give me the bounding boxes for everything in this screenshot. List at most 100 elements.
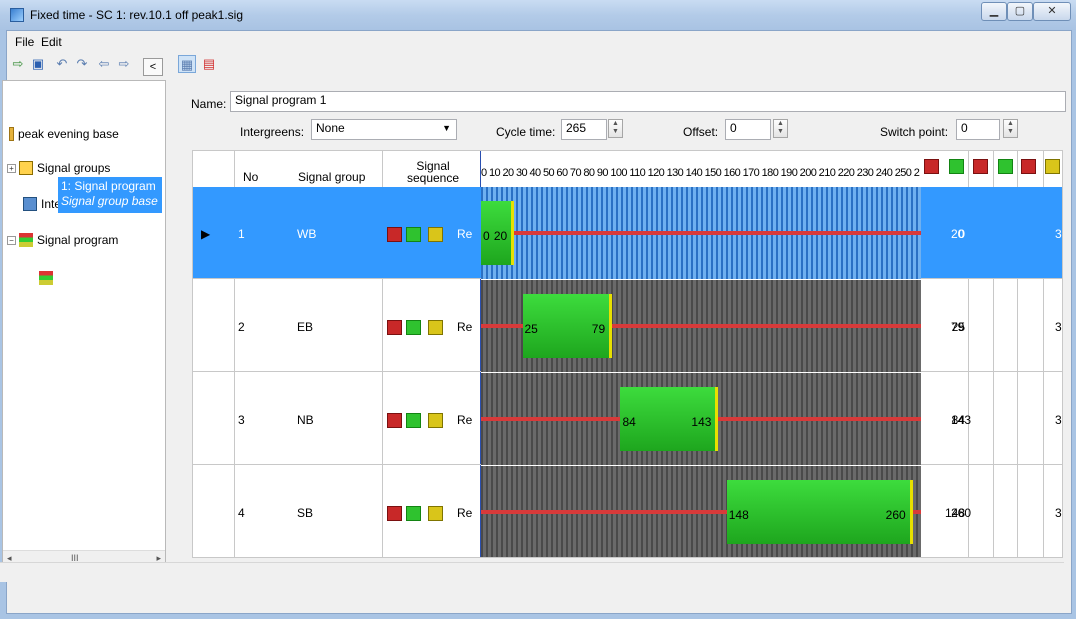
green-phase-bar[interactable]: 84 143	[620, 387, 719, 451]
transition-icon	[1021, 159, 1036, 174]
amber-icon	[428, 413, 443, 428]
green-end-value: 79	[951, 320, 965, 334]
amber-icon	[428, 227, 443, 242]
sequence-label: Re	[457, 320, 473, 334]
collapse-icon[interactable]: −	[7, 235, 16, 245]
amber-duration-value: 3	[1055, 320, 1062, 334]
menu-edit[interactable]: Edit	[41, 35, 62, 49]
amber-icon	[1045, 159, 1060, 174]
green-end-value: 20	[951, 227, 965, 241]
signal-timeline[interactable]: 84 143	[481, 373, 921, 465]
green-end-value: 143	[951, 413, 972, 427]
green-end-value: 260	[951, 506, 972, 520]
table-row[interactable]: 3 NB Re 84 143 84 143 3	[193, 373, 1062, 465]
app-icon	[10, 8, 24, 22]
title-bar: Fixed time - SC 1: rev.10.1 off peak1.si…	[0, 0, 1076, 30]
row-number: 3	[238, 413, 245, 427]
green-phase-bar[interactable]: 148 260	[726, 480, 913, 544]
navigation-tree: peak evening base + Signal groups Interg…	[2, 80, 166, 568]
maximize-button[interactable]: ▢	[1007, 2, 1033, 21]
sequence-label: Re	[457, 413, 473, 427]
chevron-down-icon[interactable]: ▼	[442, 123, 451, 133]
expand-icon[interactable]: +	[7, 163, 16, 173]
green-start-icon	[949, 159, 964, 174]
signal-program-icon	[19, 233, 33, 247]
signal-timeline[interactable]: 0 20	[481, 187, 921, 279]
green-icon	[406, 320, 421, 335]
amber-duration-value: 3	[1055, 506, 1062, 520]
intergreen-matrix-icon	[23, 197, 37, 211]
cycle-time-label: Cycle time:	[496, 125, 556, 139]
signal-times-view-icon[interactable]: ▦	[178, 55, 196, 73]
header-no: No	[243, 170, 259, 184]
table-row[interactable]: 4 SB Re 148 260 148 260 3	[193, 466, 1062, 557]
green-times-view-icon[interactable]: ▤	[200, 55, 218, 73]
red-icon	[387, 413, 402, 428]
tree-item-signal-groups[interactable]: + Signal groups	[7, 161, 110, 175]
save-icon[interactable]: ▣	[29, 55, 47, 73]
green-end-label: 260	[885, 508, 906, 522]
offset-field[interactable]: 0	[725, 119, 771, 140]
green-phase-bar[interactable]: 25 79	[522, 294, 613, 358]
row-number: 1	[238, 227, 245, 241]
offset-label: Offset:	[683, 125, 719, 139]
green-icon	[406, 227, 421, 242]
redo-icon[interactable]: ↷	[73, 55, 91, 73]
signal-group-name: SB	[297, 506, 314, 520]
amber-duration-value: 3	[1055, 227, 1062, 241]
green-icon	[406, 506, 421, 521]
toolbar: ⇨ ▣ ↶ ↷ ⇦ ⇨ ▦ ▤	[7, 53, 1071, 77]
green-end-label: 143	[691, 415, 712, 429]
signal-group-name: EB	[297, 320, 314, 334]
folder-icon	[9, 127, 14, 141]
green-phase-bar[interactable]: 0 20	[481, 201, 515, 265]
current-row-icon: ▶	[201, 227, 211, 241]
program-icon-wrap	[39, 271, 57, 285]
name-label: Name:	[191, 97, 227, 111]
tree-item-signal-program-1[interactable]: 1: Signal program Signal group base	[58, 177, 162, 213]
table-row[interactable]: ▶ 1 WB Re 0 20 0 20 3	[193, 187, 1062, 279]
green-icon	[406, 413, 421, 428]
undo-icon[interactable]: ↶	[53, 55, 71, 73]
menu-bar: File Edit	[7, 31, 1071, 51]
signal-group-name: WB	[297, 227, 317, 241]
open-icon[interactable]: ⇨	[9, 55, 27, 73]
table-row[interactable]: 2 EB Re 25 79 25 79 3	[193, 280, 1062, 372]
back-icon[interactable]: ⇦	[95, 55, 113, 73]
green-start-label: 84	[622, 415, 636, 429]
tree-item-signal-program[interactable]: − Signal program	[7, 233, 118, 247]
switch-point-field[interactable]: 0	[956, 119, 1000, 140]
sequence-label: Re	[457, 506, 473, 520]
header-signal-sequence: Signal sequence	[406, 159, 460, 185]
green-start-label: 148	[728, 508, 749, 522]
close-button[interactable]: ✕	[1033, 2, 1071, 21]
collapse-tree-button[interactable]: <	[143, 58, 163, 76]
red-icon	[387, 320, 402, 335]
minimize-button[interactable]: ▁	[981, 2, 1007, 21]
signal-program-grid: No Signal group Signal sequence 0 10 20 …	[192, 150, 1063, 558]
offset-stepper[interactable]: ▲ ▼	[773, 119, 788, 138]
switch-point-label: Switch point:	[880, 125, 949, 139]
row-number: 2	[238, 320, 245, 334]
menu-file[interactable]: File	[15, 35, 34, 49]
row-number: 4	[238, 506, 245, 520]
green-start-label: 25	[524, 322, 538, 336]
name-field[interactable]: Signal program 1	[230, 91, 1066, 112]
intergreens-select[interactable]: None ▼	[311, 119, 457, 140]
sequence-label: Re	[457, 227, 473, 241]
signal-groups-icon	[19, 161, 33, 175]
cycle-time-field[interactable]: 265	[561, 119, 607, 140]
red-icon	[387, 506, 402, 521]
switch-point-stepper[interactable]: ▲ ▼	[1003, 119, 1018, 138]
header-signal-group: Signal group	[298, 170, 366, 184]
signal-timeline[interactable]: 148 260	[481, 466, 921, 557]
tree-root-item[interactable]: peak evening base	[9, 127, 119, 141]
cycle-time-stepper[interactable]: ▲ ▼	[608, 119, 623, 138]
signal-timeline[interactable]: 25 79	[481, 280, 921, 372]
intergreens-label: Intergreens:	[240, 125, 305, 139]
window-title: Fixed time - SC 1: rev.10.1 off peak1.si…	[30, 8, 243, 22]
amber-icon	[428, 506, 443, 521]
forward-icon[interactable]: ⇨	[115, 55, 133, 73]
amber-icon	[428, 320, 443, 335]
time-ruler: 0 10 20 30 40 50 60 70 80 90 100 110 120…	[481, 167, 920, 179]
